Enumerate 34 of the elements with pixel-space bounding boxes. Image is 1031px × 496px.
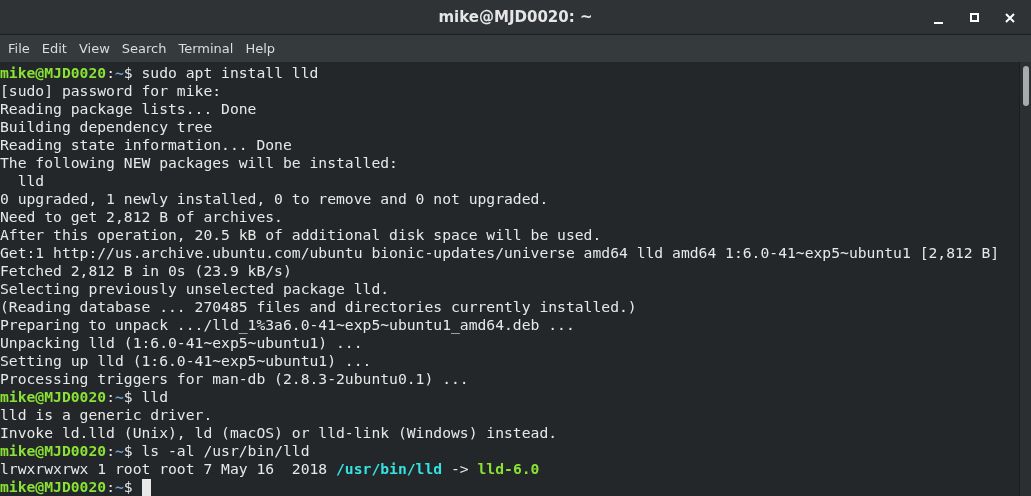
terminal-line: (Reading database ... 270485 files and directories currently installed.) (0, 298, 637, 316)
terminal-line: Unpacking lld (1:6.0-41~exp5~ubuntu1) ... (0, 334, 363, 352)
terminal-line: After this operation, 20.5 kB of additional disk space will be used. (0, 226, 602, 244)
terminal-line: Processing triggers for man-db (2.8.3-2ubuntu0.1) ... (0, 370, 469, 388)
terminal-line: Reading package lists... Done (0, 100, 257, 118)
terminal-line: lld (16, 172, 45, 190)
menu-item[interactable]: View (72, 35, 116, 62)
terminal-line: Need to get 2,812 B of archives. (0, 208, 283, 226)
menu-item[interactable]: Terminal (172, 35, 240, 62)
terminal-line: Invoke ld.lld (Unix), ld (macOS) or lld-link (Windows) instead. (0, 424, 558, 442)
menu-item[interactable]: Help (239, 35, 282, 62)
terminal-line: lrwxrwxrwx 1 root root 7 May 16 2018 /usr/bin/lld -> lld-6.0 (0, 460, 540, 478)
close-button[interactable] (1003, 10, 1017, 25)
terminal-line: 0 upgraded, 1 newly installed, 0 to remove and 0 not upgraded. (0, 190, 549, 208)
menu-item[interactable]: Search (115, 35, 173, 62)
maximize-button[interactable] (967, 10, 981, 25)
terminal-line: Get:1 http://us.archive.ubuntu.com/ubuntu bionic-updates/universe amd64 lld amd64 1:6.0-41~exp5~ubuntu1 [2,812 B] (0, 244, 1000, 262)
terminal-line: mike@MJD0020:~$ sudo apt install lld (0, 64, 319, 82)
terminal-line: mike@MJD0020:~$ ls -al /usr/bin/lld (0, 442, 310, 460)
menu-item[interactable]: Edit (35, 35, 73, 62)
terminal-line: Selecting previously unselected package lld. (0, 280, 390, 298)
terminal-line: [sudo] password for mike: (0, 82, 222, 100)
scrollbar[interactable] (1019, 62, 1031, 496)
terminal-line: The following NEW packages will be installed: (0, 154, 398, 172)
terminal-line: mike@MJD0020:~$ lld (0, 388, 169, 406)
terminal-line: Setting up lld (1:6.0-41~exp5~ubuntu1) ... (0, 352, 372, 370)
terminal-line: Reading state information... Done (0, 136, 292, 154)
terminal-line: Preparing to unpack .../lld_1%3a6.0-41~exp5~ubuntu1_amd64.deb ... (0, 316, 575, 334)
terminal-line: Fetched 2,812 B in 0s (23.9 kB/s) (0, 262, 292, 280)
terminal-line: mike@MJD0020:~$ (0, 478, 134, 496)
window-title: mike@MJD0020: ~ (438, 6, 593, 28)
terminal-line: Building dependency tree (0, 118, 213, 136)
terminal-line: lld is a generic driver. (0, 406, 213, 424)
menu-item[interactable]: File (2, 35, 36, 62)
